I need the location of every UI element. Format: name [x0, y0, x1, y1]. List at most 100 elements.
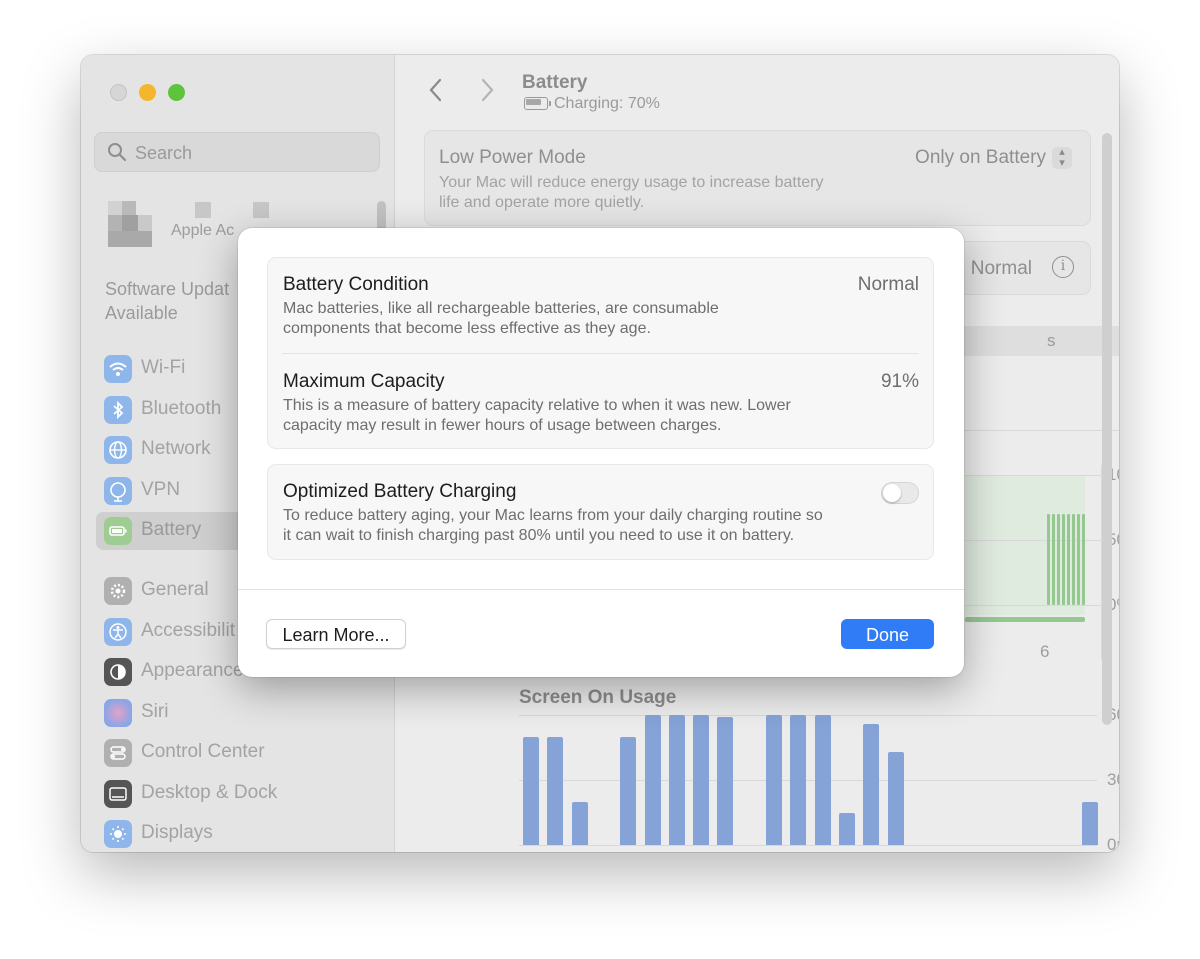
toggle-knob — [883, 484, 901, 502]
software-update-notice[interactable]: Software Updat Available — [105, 277, 229, 325]
max-capacity-desc-line1: This is a measure of battery capacity re… — [283, 397, 791, 414]
low-power-desc-line1: Your Mac will reduce energy usage to inc… — [439, 174, 824, 191]
back-button[interactable] — [427, 77, 445, 109]
charging-status: Charging: 70% — [524, 95, 660, 113]
battery-level-bar — [1077, 514, 1080, 605]
battery-condition-desc-line2: components that become less effective as… — [283, 320, 651, 337]
gridline — [519, 715, 1097, 716]
battery-charging-icon — [524, 97, 551, 111]
close-window-button[interactable] — [110, 84, 127, 101]
sidebar-item-label: Network — [141, 438, 211, 459]
sidebar-item-label: Wi-Fi — [141, 357, 186, 378]
redacted-name-block — [195, 202, 211, 218]
max-capacity-title: Maximum Capacity — [283, 371, 445, 392]
maximize-window-button[interactable] — [168, 84, 185, 101]
usage-bar[interactable] — [863, 723, 880, 845]
usage-bar[interactable] — [644, 715, 661, 845]
search-field[interactable] — [94, 132, 380, 172]
globe-icon — [104, 436, 132, 464]
gridline — [519, 780, 1097, 781]
usage-bar[interactable] — [1081, 801, 1098, 845]
screen-usage-title: Screen On Usage — [519, 687, 677, 708]
usage-y-label: 30m — [1107, 770, 1119, 789]
battery-level-bar — [1062, 514, 1065, 605]
battery-health-value: Normal — [970, 258, 1032, 279]
battery-level-bar — [1067, 514, 1070, 605]
charging-indicator-bar — [965, 617, 1085, 622]
accessibility-icon — [104, 618, 132, 646]
usage-bar[interactable] — [838, 812, 855, 845]
battery-x-label: 6 — [1040, 642, 1050, 661]
sidebar-item-displays[interactable]: Displays — [96, 815, 386, 852]
max-capacity-description: This is a measure of battery capacity re… — [283, 396, 791, 436]
usage-bar[interactable] — [790, 715, 807, 845]
battery-health-info-button[interactable]: i — [1052, 256, 1074, 278]
avatar[interactable] — [108, 201, 152, 247]
battery-icon — [104, 517, 132, 545]
low-power-mode-select[interactable]: Only on Battery ▴ ▾ — [915, 147, 1072, 169]
usage-tab-label: s — [1047, 331, 1056, 350]
gridline — [965, 605, 1105, 606]
sidebar-item-control-center[interactable]: Control Center — [96, 734, 386, 772]
learn-more-button[interactable]: Learn More... — [266, 619, 406, 649]
usage-bar[interactable] — [766, 715, 782, 845]
divider — [282, 353, 919, 354]
sidebar-item-label: Bluetooth — [141, 398, 222, 419]
battery-health-sheet: Battery Condition Normal Mac batteries, … — [238, 228, 964, 677]
sidebar-item-desktop-dock[interactable]: Desktop & Dock — [96, 775, 386, 813]
account-label[interactable]: Apple Ac — [171, 222, 234, 240]
software-update-line1: Software Updat — [105, 279, 230, 299]
usage-bar[interactable] — [668, 715, 685, 845]
done-button[interactable]: Done — [841, 619, 934, 649]
sidebar-item-label: Accessibilit — [141, 620, 235, 641]
charging-status-text: Charging: 70% — [554, 95, 660, 112]
usage-bar[interactable] — [717, 717, 734, 845]
usage-bar[interactable] — [523, 736, 539, 845]
search-icon — [108, 143, 127, 162]
usage-y-label: 0m — [1107, 835, 1119, 852]
battery-level-bar — [1052, 514, 1055, 605]
software-update-line2: Available — [105, 303, 178, 323]
battery-level-bar — [1072, 514, 1075, 605]
low-power-selected-value: Only on Battery — [915, 147, 1046, 169]
low-power-title: Low Power Mode — [439, 147, 586, 168]
usage-bar[interactable] — [547, 736, 564, 845]
usage-bar[interactable] — [571, 801, 588, 845]
control-center-icon — [104, 739, 132, 767]
usage-bar[interactable] — [887, 751, 904, 845]
low-power-mode-card: Low Power Mode Your Mac will reduce ener… — [424, 130, 1091, 226]
chevron-up-down-icon: ▴ ▾ — [1052, 147, 1072, 169]
battery-level-bar — [1047, 514, 1050, 605]
page-title: Battery — [522, 72, 588, 93]
max-capacity-desc-line2: capacity may result in fewer hours of us… — [283, 417, 722, 434]
optimized-charging-toggle[interactable] — [881, 482, 919, 504]
optimized-charging-card: Optimized Battery Charging To reduce bat… — [267, 464, 934, 560]
gridline — [519, 845, 1097, 846]
minimize-window-button[interactable] — [139, 84, 156, 101]
low-power-desc-line2: life and operate more quietly. — [439, 194, 645, 211]
gridline — [965, 475, 1105, 476]
forward-button[interactable] — [478, 77, 496, 109]
appearance-icon — [104, 658, 132, 686]
low-power-description: Your Mac will reduce energy usage to inc… — [439, 173, 824, 213]
siri-icon — [104, 699, 132, 727]
usage-bar[interactable] — [620, 736, 637, 845]
battery-condition-title: Battery Condition — [283, 274, 429, 295]
battery-condition-description: Mac batteries, like all rechargeable bat… — [283, 299, 719, 339]
optimized-charging-description: To reduce battery aging, your Mac learns… — [283, 506, 823, 546]
usage-bar[interactable] — [814, 715, 831, 845]
bluetooth-icon — [104, 396, 132, 424]
sidebar-item-label: Siri — [141, 701, 169, 722]
battery-health-details-card: Battery Condition Normal Mac batteries, … — [267, 257, 934, 449]
sidebar-item-label: Displays — [141, 822, 213, 843]
search-input[interactable] — [133, 139, 367, 167]
vpn-globe-icon — [104, 477, 132, 505]
sun-icon — [104, 820, 132, 848]
content-scrollbar[interactable] — [1102, 133, 1112, 725]
battery-level-bar — [1082, 514, 1085, 605]
sidebar-item-siri[interactable]: Siri — [96, 694, 386, 732]
sidebar-item-label: General — [141, 579, 209, 600]
sidebar-item-label: Appearance — [141, 660, 244, 681]
wifi-icon — [104, 355, 132, 383]
usage-bar[interactable] — [693, 715, 710, 845]
